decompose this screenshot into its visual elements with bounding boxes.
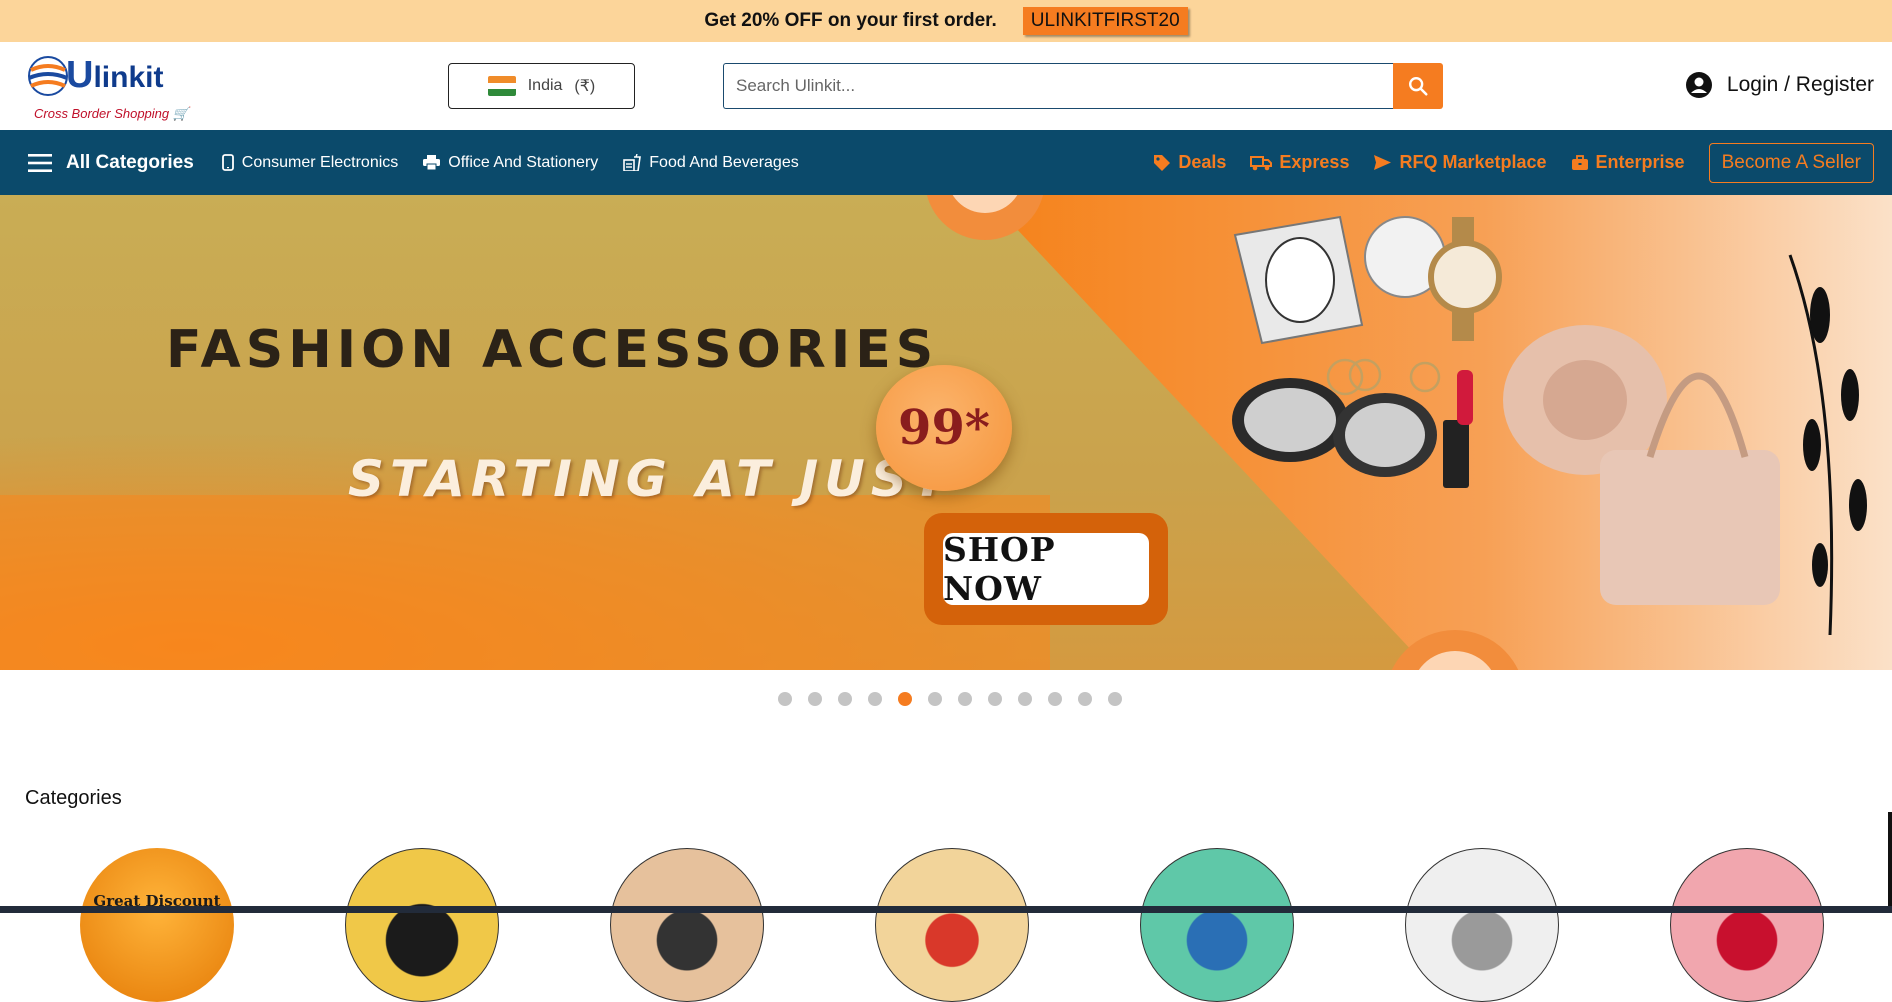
nav-item-label: Consumer Electronics — [241, 153, 399, 171]
food-icon — [623, 154, 642, 171]
all-categories-label: All Categories — [66, 151, 194, 173]
nav-item-office-stationery[interactable]: Office And Stationery — [423, 154, 598, 172]
category-card-personal-care[interactable] — [1140, 848, 1294, 1002]
carousel-dot[interactable] — [1108, 692, 1122, 706]
shop-now-label: SHOP NOW — [943, 530, 1149, 608]
nav-item-consumer-electronics[interactable]: Consumer Electronics — [221, 153, 399, 172]
hamburger-icon — [28, 153, 52, 172]
logo-rest: linkit — [93, 61, 164, 94]
promo-bar: Get 20% OFF on your first order. ULINKIT… — [0, 0, 1892, 42]
category-card-beauty[interactable] — [1670, 848, 1824, 1002]
country-selector[interactable]: India (₹) — [448, 63, 635, 109]
logo-tagline-text: Cross Border Shopping — [34, 106, 170, 121]
carousel-dot[interactable] — [1078, 692, 1092, 706]
carousel-dot[interactable] — [868, 692, 882, 706]
login-label: Login / Register — [1726, 73, 1874, 96]
category-card-great-discount[interactable]: Great Discount — [80, 848, 234, 1002]
country-label: India — [527, 77, 563, 94]
category-card-food[interactable] — [875, 848, 1029, 1002]
logo-letter: U — [66, 54, 94, 96]
nav-item-label: Office And Stationery — [448, 153, 599, 171]
bottom-strip — [0, 906, 1892, 913]
scrollbar[interactable] — [1888, 812, 1892, 913]
user-icon — [1685, 72, 1712, 98]
banner-headline: FASHION ACCESSORIES — [166, 320, 939, 380]
nav-rfq-label: RFQ Marketplace — [1399, 152, 1547, 172]
logo-text: Ulinkit — [66, 54, 163, 97]
category-card-appliances[interactable] — [1405, 848, 1559, 1002]
carousel-dot[interactable] — [898, 692, 912, 706]
shop-now-button[interactable]: SHOP NOW — [924, 513, 1168, 625]
india-flag-icon — [487, 76, 516, 96]
nav-enterprise-label: Enterprise — [1595, 152, 1685, 172]
carousel-dot[interactable] — [808, 692, 822, 706]
briefcase-icon — [1571, 154, 1588, 170]
tag-icon — [1154, 154, 1171, 171]
cart-icon: 🛒 — [172, 106, 189, 121]
logo[interactable]: Ulinkit Cross Border Shopping 🛒 — [26, 54, 206, 121]
search-icon — [1409, 77, 1428, 96]
nav-rfq-marketplace[interactable]: RFQ Marketplace — [1373, 152, 1547, 173]
banner-price-badge: 99* — [876, 365, 1012, 491]
logo-tagline: Cross Border Shopping 🛒 — [34, 106, 189, 122]
nav-item-label: Food And Beverages — [649, 153, 799, 171]
phone-icon — [221, 154, 234, 171]
category-card-laptop[interactable] — [345, 848, 499, 1002]
nav-express-label: Express — [1279, 152, 1350, 172]
nav-item-food-beverages[interactable]: Food And Beverages — [623, 153, 799, 172]
nav-enterprise[interactable]: Enterprise — [1571, 152, 1685, 173]
banner-price: 99* — [898, 400, 990, 456]
all-categories-button[interactable]: All Categories — [28, 152, 194, 174]
truck-icon — [1250, 155, 1273, 170]
carousel-dot[interactable] — [1048, 692, 1062, 706]
nav-deals-label: Deals — [1178, 152, 1227, 172]
carousel-dot[interactable] — [1018, 692, 1032, 706]
search-button[interactable] — [1393, 63, 1443, 109]
carousel-dot[interactable] — [988, 692, 1002, 706]
search-bar — [723, 63, 1443, 109]
header: Ulinkit Cross Border Shopping 🛒 India (₹… — [0, 42, 1892, 130]
printer-icon — [423, 155, 441, 170]
nav-express[interactable]: Express — [1250, 152, 1349, 173]
hero-banner[interactable]: FASHION ACCESSORIES STARTING AT JUST 99*… — [0, 195, 1892, 670]
carousel-dots — [778, 692, 1122, 706]
carousel-dot[interactable] — [778, 692, 792, 706]
categories-title: Categories — [25, 787, 122, 809]
globe-logo-icon — [28, 56, 68, 96]
promo-text: Get 20% OFF on your first order. — [704, 10, 997, 31]
carousel-dot[interactable] — [838, 692, 852, 706]
category-card-stationery[interactable] — [610, 848, 764, 1002]
carousel-dot[interactable] — [928, 692, 942, 706]
promo-code[interactable]: ULINKITFIRST20 — [1022, 7, 1188, 35]
become-seller-button[interactable]: Become A Seller — [1708, 142, 1874, 183]
send-icon — [1374, 155, 1392, 170]
login-register-link[interactable]: Login / Register — [1685, 71, 1874, 99]
search-input[interactable] — [723, 63, 1393, 109]
categories-row: Great Discount — [0, 848, 1892, 1002]
banner-subline: STARTING AT JUST — [348, 450, 953, 508]
nav-deals[interactable]: Deals — [1153, 152, 1226, 173]
currency-label: (₹) — [574, 78, 596, 95]
carousel-dot[interactable] — [958, 692, 972, 706]
main-nav: All Categories Consumer Electronics Offi… — [0, 130, 1892, 195]
